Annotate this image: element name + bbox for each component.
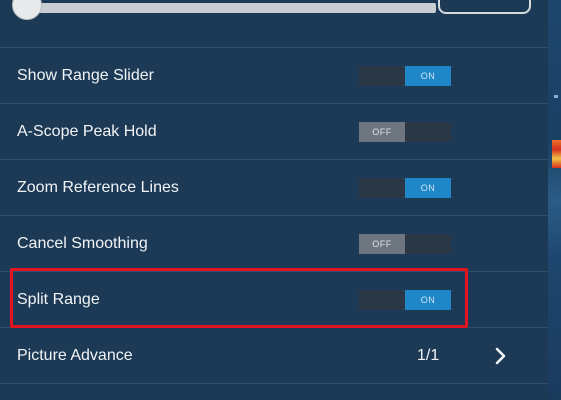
sonar-echo: [552, 140, 561, 168]
top-slider-area: [0, 0, 548, 20]
chevron-right-icon[interactable]: [490, 346, 510, 366]
row-label: Picture Advance: [17, 347, 133, 364]
zoom-reference-lines-toggle[interactable]: ON: [359, 178, 451, 198]
toggle-state: OFF: [359, 122, 405, 142]
row-show-range-slider[interactable]: Show Range Slider ON: [0, 48, 548, 104]
show-range-slider-toggle[interactable]: ON: [359, 66, 451, 86]
top-button[interactable]: [438, 0, 531, 14]
row-zoom-reference-lines[interactable]: Zoom Reference Lines ON: [0, 160, 548, 216]
split-range-highlight: [10, 268, 468, 328]
cancel-smoothing-toggle[interactable]: OFF: [359, 234, 451, 254]
row-a-scope-peak-hold[interactable]: A-Scope Peak Hold OFF: [0, 104, 548, 160]
picture-advance-value: 1/1: [417, 347, 440, 364]
row-picture-advance[interactable]: Picture Advance 1/1: [0, 328, 548, 384]
divider: [0, 383, 548, 384]
sonar-echo-small: [554, 95, 558, 98]
row-label: Show Range Slider: [17, 67, 154, 84]
settings-panel: Show Range Slider ON A-Scope Peak Hold O…: [0, 0, 548, 400]
sonar-display-edge: [548, 0, 561, 400]
slider-knob[interactable]: [12, 0, 42, 20]
row-label: Cancel Smoothing: [17, 235, 148, 252]
row-cancel-smoothing[interactable]: Cancel Smoothing OFF: [0, 216, 548, 272]
toggle-state: ON: [405, 66, 451, 86]
slider-track[interactable]: [14, 3, 436, 13]
row-label: A-Scope Peak Hold: [17, 123, 157, 140]
row-label: Zoom Reference Lines: [17, 179, 179, 196]
toggle-state: ON: [405, 178, 451, 198]
toggle-state: OFF: [359, 234, 405, 254]
a-scope-peak-hold-toggle[interactable]: OFF: [359, 122, 451, 142]
